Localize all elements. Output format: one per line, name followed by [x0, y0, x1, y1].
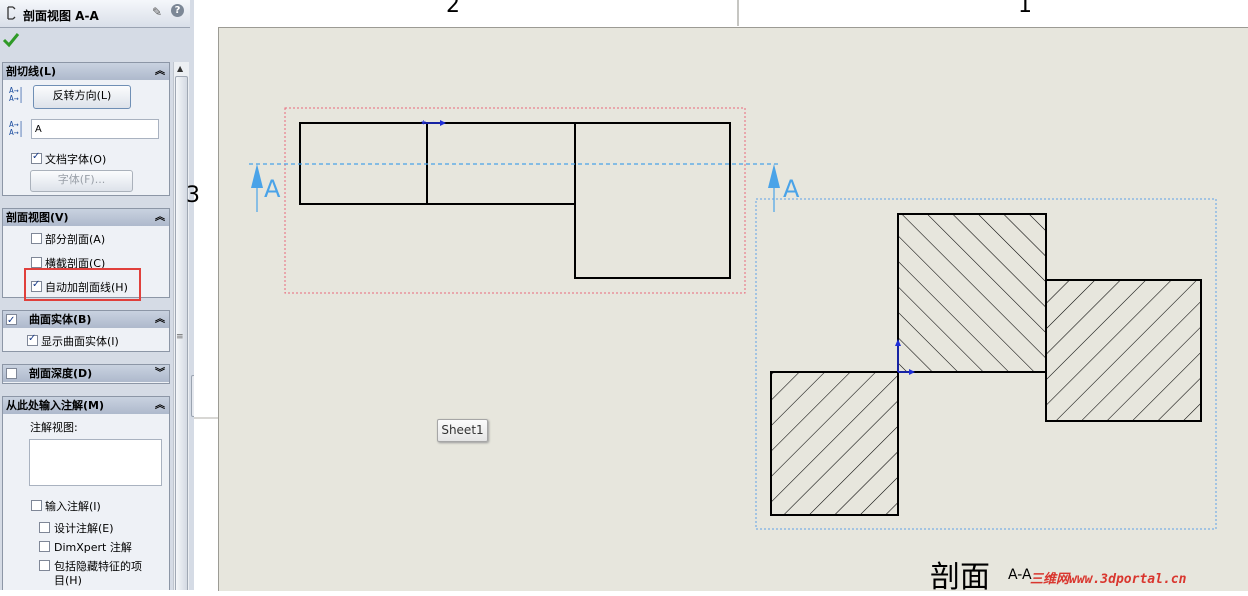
section-rect-middle: [897, 213, 1047, 373]
zone-marker-2: 2: [446, 0, 460, 18]
zone-marker-3: 3: [186, 183, 200, 208]
section-view-title: 剖面: [930, 560, 990, 595]
cut-arrow-left: A: [251, 164, 281, 212]
parent-view-selection-box: [284, 107, 746, 294]
section-rect-right: [1045, 279, 1202, 422]
parent-origin-marker: *: [421, 119, 446, 130]
sheet-tab[interactable]: Sheet1: [437, 419, 488, 442]
parent-rect-right: [574, 122, 731, 279]
drawing-overlay: 2 1 3 * A A: [186, 0, 1217, 530]
zone-marker-1: 1: [1018, 0, 1032, 18]
parent-view-geometry: [299, 122, 731, 279]
section-view-geometry: [770, 213, 1202, 516]
cut-arrow-right: A: [768, 164, 800, 212]
watermark-text: 三维网www.3dportal.cn: [1030, 572, 1187, 587]
cut-label-left: A: [264, 175, 281, 203]
svg-text:*: *: [421, 119, 426, 130]
section-view-subtitle: A-A: [1008, 567, 1032, 583]
section-rect-bottom-left: [770, 371, 899, 516]
